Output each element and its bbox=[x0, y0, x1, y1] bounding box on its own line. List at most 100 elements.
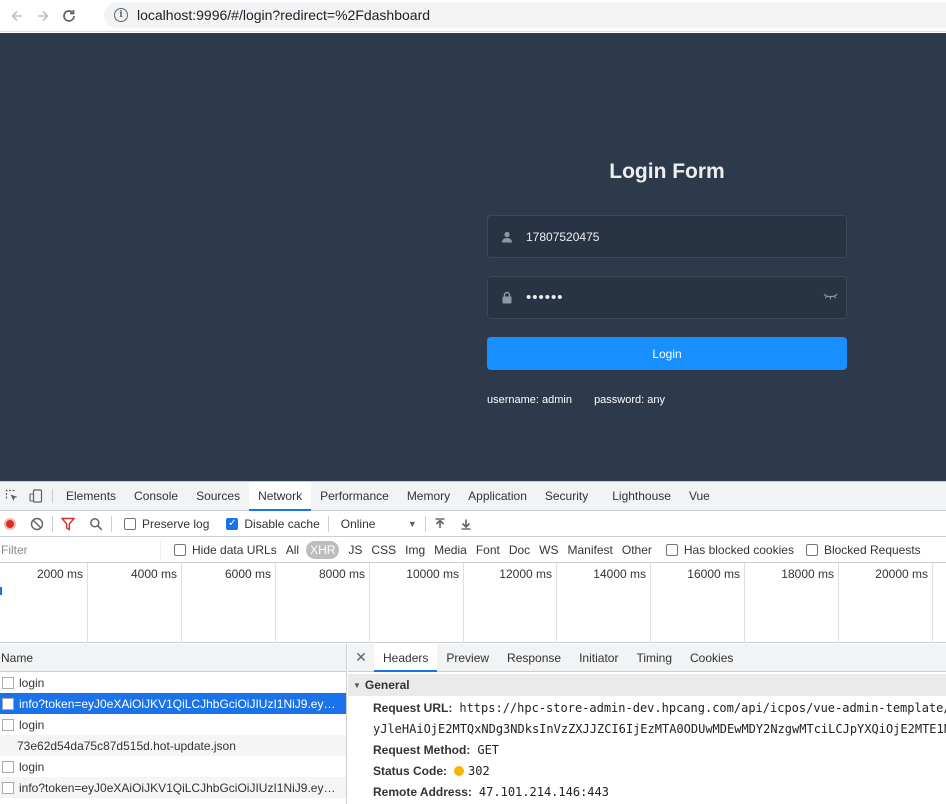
filter-type-manifest[interactable]: Manifest bbox=[568, 543, 613, 557]
tab-lighthouse[interactable]: Lighthouse bbox=[603, 482, 680, 510]
detail-tab-bar: ✕ Headers Preview Response Initiator Tim… bbox=[348, 644, 946, 672]
upload-icon[interactable] bbox=[434, 517, 446, 530]
filter-type-js[interactable]: JS bbox=[348, 543, 362, 557]
forward-icon[interactable] bbox=[32, 5, 54, 27]
tab-sources[interactable]: Sources bbox=[187, 482, 249, 510]
clear-icon[interactable] bbox=[30, 517, 44, 531]
throttling-select[interactable]: Online ▼ bbox=[341, 517, 417, 531]
tab-preview[interactable]: Preview bbox=[437, 644, 498, 671]
tab-vue[interactable]: Vue bbox=[680, 482, 719, 510]
timeline-tick: 12000 ms bbox=[464, 563, 557, 643]
tab-cookies[interactable]: Cookies bbox=[681, 644, 742, 671]
close-icon[interactable]: ✕ bbox=[348, 644, 374, 671]
checkbox-box[interactable] bbox=[665, 543, 678, 556]
tab-response[interactable]: Response bbox=[498, 644, 570, 671]
inspect-element-icon[interactable] bbox=[0, 482, 24, 510]
filter-type-font[interactable]: Font bbox=[476, 543, 500, 557]
username-field[interactable]: 17807520475 bbox=[487, 215, 847, 258]
disable-cache-checkbox[interactable]: ✓ Disable cache bbox=[226, 516, 320, 531]
devtools-tab-bar: Elements Console Sources Network Perform… bbox=[0, 482, 946, 511]
timeline-tick: 16000 ms bbox=[651, 563, 745, 643]
request-name: info?token=eyJ0eXAiOiJKV1QiLCJhbGciOiJIU… bbox=[19, 780, 339, 795]
login-button[interactable]: Login bbox=[487, 337, 847, 370]
filter-icon[interactable] bbox=[61, 517, 75, 531]
user-icon bbox=[488, 231, 526, 243]
disable-cache-label: Disable cache bbox=[244, 516, 320, 531]
checkbox-box[interactable] bbox=[805, 543, 818, 556]
request-row[interactable]: login bbox=[0, 672, 346, 693]
filter-type-img[interactable]: Img bbox=[405, 543, 425, 557]
tab-security[interactable]: Security bbox=[536, 482, 597, 510]
address-bar[interactable]: i localhost:9996/#/login?redirect=%2Fdas… bbox=[104, 2, 946, 28]
browser-toolbar: i localhost:9996/#/login?redirect=%2Fdas… bbox=[0, 0, 946, 32]
tab-memory[interactable]: Memory bbox=[398, 482, 459, 510]
expand-triangle-icon: ▼ bbox=[353, 680, 361, 690]
search-icon[interactable] bbox=[89, 517, 103, 531]
password-field[interactable]: •••••• bbox=[487, 276, 847, 319]
info-icon[interactable]: i bbox=[114, 8, 128, 22]
checkbox-box[interactable] bbox=[174, 543, 186, 556]
filter-type-media[interactable]: Media bbox=[434, 543, 467, 557]
filter-placeholder: Filter bbox=[1, 542, 28, 557]
record-icon[interactable] bbox=[4, 517, 16, 530]
timeline-tick: 8000 ms bbox=[276, 563, 370, 643]
filter-input[interactable]: Filter bbox=[0, 539, 161, 560]
back-icon[interactable] bbox=[6, 5, 28, 27]
tab-console[interactable]: Console bbox=[125, 482, 187, 510]
network-overview-timeline[interactable]: 2000 ms 4000 ms 6000 ms 8000 ms 10000 ms… bbox=[0, 563, 946, 643]
request-list: Name login info?token=eyJ0eXAiOiJKV1QiLC… bbox=[0, 644, 347, 804]
checkbox-checked[interactable]: ✓ bbox=[226, 517, 239, 530]
request-name: login bbox=[19, 759, 45, 774]
lock-icon bbox=[488, 291, 526, 304]
name-column-header[interactable]: Name bbox=[0, 644, 346, 672]
general-section-title: General bbox=[364, 678, 410, 692]
toolbar-divider bbox=[52, 515, 53, 532]
tab-network[interactable]: Network bbox=[249, 482, 312, 511]
status-code-row: Status Code: 302 bbox=[348, 760, 946, 781]
filter-type-all[interactable]: All bbox=[286, 543, 299, 557]
request-name: login bbox=[19, 717, 45, 732]
file-icon bbox=[2, 781, 14, 794]
has-blocked-cookies-checkbox[interactable]: Has blocked cookies bbox=[665, 543, 794, 557]
request-url-label: Request URL: bbox=[373, 700, 453, 715]
throttling-value: Online bbox=[340, 516, 376, 531]
tab-headers[interactable]: Headers bbox=[374, 644, 438, 672]
filter-type-ws[interactable]: WS bbox=[539, 543, 558, 557]
request-row-selected[interactable]: info?token=eyJ0eXAiOiJKV1QiLCJhbGciOiJIU… bbox=[0, 693, 346, 714]
request-name: 73e62d54da75c87d515d.hot-update.json bbox=[17, 738, 236, 753]
tab-timing[interactable]: Timing bbox=[627, 644, 681, 671]
checkbox-box[interactable] bbox=[124, 517, 136, 530]
login-tips: username: admin password: any bbox=[487, 394, 665, 406]
blocked-requests-label: Blocked Requests bbox=[823, 542, 921, 557]
hide-data-urls-checkbox[interactable]: Hide data URLs bbox=[174, 543, 277, 557]
request-row[interactable]: info?token=eyJ0eXAiOiJKV1QiLCJhbGciOiJIU… bbox=[0, 777, 346, 798]
filter-type-other[interactable]: Other bbox=[622, 543, 652, 557]
filter-type-xhr[interactable]: XHR bbox=[306, 540, 340, 559]
timeline-tick: 6000 ms bbox=[182, 563, 276, 643]
tab-elements[interactable]: Elements bbox=[57, 482, 125, 510]
device-toolbar-icon[interactable] bbox=[24, 482, 48, 510]
remote-address-value: 47.101.214.146:443 bbox=[478, 784, 609, 799]
username-tip: username: admin bbox=[487, 394, 572, 406]
general-section-header[interactable]: ▼ General bbox=[348, 674, 946, 696]
hide-data-urls-label: Hide data URLs bbox=[192, 542, 277, 557]
tab-initiator[interactable]: Initiator bbox=[570, 644, 627, 671]
filter-type-doc[interactable]: Doc bbox=[509, 543, 530, 557]
blocked-requests-checkbox[interactable]: Blocked Requests bbox=[805, 542, 921, 557]
request-row[interactable]: login bbox=[0, 756, 346, 777]
file-icon bbox=[2, 676, 14, 689]
toolbar-divider bbox=[327, 515, 329, 532]
reload-icon[interactable] bbox=[58, 5, 80, 27]
request-row[interactable]: 73e62d54da75c87d515d.hot-update.json bbox=[0, 735, 346, 756]
request-row[interactable]: login bbox=[0, 714, 346, 735]
tab-application[interactable]: Application bbox=[459, 482, 536, 510]
download-icon[interactable] bbox=[460, 518, 472, 530]
tab-performance[interactable]: Performance bbox=[311, 482, 398, 510]
toolbar-divider bbox=[52, 489, 53, 503]
eye-closed-icon[interactable] bbox=[823, 291, 838, 305]
filter-type-css[interactable]: CSS bbox=[371, 543, 396, 557]
timeline-tick: 20000 ms bbox=[839, 563, 933, 643]
preserve-log-checkbox[interactable]: Preserve log bbox=[124, 517, 209, 531]
request-url-value: https://hpc-store-admin-dev.hpcang.com/a… bbox=[459, 700, 946, 715]
timeline-tick: 18000 ms bbox=[745, 563, 839, 643]
